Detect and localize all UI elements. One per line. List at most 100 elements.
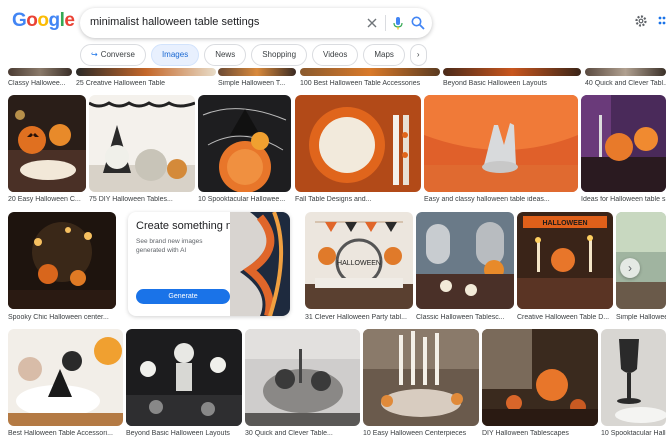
result-caption[interactable]: 31 Clever Halloween Party tabl... bbox=[305, 314, 413, 321]
gear-icon[interactable] bbox=[634, 14, 648, 28]
image-result[interactable]: Beyond Basic Halloween Layouts bbox=[126, 329, 242, 444]
image-result[interactable]: 30 Quick and Clever Table... bbox=[245, 329, 360, 444]
image-result[interactable]: Ideas for Halloween table s... bbox=[581, 95, 666, 207]
result-thumbnail[interactable] bbox=[126, 329, 242, 426]
search-box[interactable]: minimalist halloween table settings bbox=[80, 8, 432, 38]
image-result[interactable]: DIY Halloween Tablescapes bbox=[482, 329, 598, 444]
image-result[interactable]: Easy and classy halloween table ideas... bbox=[424, 95, 578, 207]
tab-converse[interactable]: ↪ Converse bbox=[80, 44, 146, 66]
result-caption[interactable]: 20 Easy Halloween C... bbox=[8, 196, 86, 203]
image-result[interactable]: 75 DIY Halloween Tables... bbox=[89, 95, 195, 207]
image-result[interactable]: 25 Creative Halloween Table bbox=[76, 68, 216, 90]
tab-maps[interactable]: Maps bbox=[363, 44, 405, 66]
result-caption[interactable]: 100 Best Halloween Table Accessories bbox=[300, 80, 440, 87]
result-thumbnail[interactable] bbox=[424, 95, 578, 192]
search-tabs: ↪ Converse Images News Shopping Videos Ma… bbox=[80, 44, 427, 66]
result-caption[interactable]: Ideas for Halloween table s... bbox=[581, 196, 666, 203]
result-caption[interactable]: Simple Halloween T... bbox=[218, 80, 296, 87]
result-caption[interactable]: Best Halloween Table Accessori... bbox=[8, 430, 123, 437]
image-result[interactable]: 100 Best Halloween Table Accessories bbox=[300, 68, 440, 90]
apps-icon[interactable] bbox=[658, 14, 666, 28]
tab-label: Shopping bbox=[262, 50, 297, 59]
result-caption[interactable]: Easy and classy halloween table ideas... bbox=[424, 196, 578, 203]
chevron-right-icon: › bbox=[416, 50, 420, 59]
image-result[interactable]: Beyond Basic Halloween Layouts bbox=[443, 68, 581, 90]
image-result[interactable]: 10 Easy Halloween Centerpieces bbox=[363, 329, 479, 444]
result-thumbnail[interactable] bbox=[416, 212, 514, 309]
result-caption[interactable]: 25 Creative Halloween Table bbox=[76, 80, 216, 87]
clear-icon[interactable] bbox=[364, 15, 380, 31]
search-icon[interactable] bbox=[410, 15, 426, 31]
result-caption[interactable]: 10 Spooktacular Hallowee... bbox=[198, 196, 291, 203]
image-result[interactable]: Simple Halloween T... bbox=[218, 68, 296, 90]
result-caption[interactable]: Fall Table Designs and... bbox=[295, 196, 421, 203]
image-result[interactable]: 20 Easy Halloween C... bbox=[8, 95, 86, 207]
logo-letter: e bbox=[64, 10, 75, 31]
promo-art-image bbox=[230, 212, 290, 316]
search-divider bbox=[385, 15, 386, 31]
result-caption[interactable]: Creative Halloween Table D... bbox=[517, 314, 613, 321]
result-thumbnail[interactable] bbox=[601, 329, 666, 426]
result-thumbnail[interactable] bbox=[295, 95, 421, 192]
logo-letter: G bbox=[12, 10, 27, 31]
next-arrow-button[interactable]: › bbox=[620, 258, 640, 278]
result-thumbnail[interactable] bbox=[585, 68, 666, 76]
result-thumbnail[interactable] bbox=[218, 68, 296, 76]
result-thumbnail[interactable] bbox=[76, 68, 216, 76]
result-thumbnail[interactable] bbox=[89, 95, 195, 192]
result-caption[interactable]: Spooky Chic Halloween center... bbox=[8, 314, 116, 321]
search-input[interactable]: minimalist halloween table settings bbox=[90, 16, 259, 28]
result-caption[interactable]: 30 Quick and Clever Table... bbox=[245, 430, 360, 437]
result-caption[interactable]: 40 Quick and Clever Tabl... bbox=[585, 80, 666, 87]
logo-letter: o bbox=[37, 10, 49, 31]
logo-letter: g bbox=[48, 10, 61, 31]
tab-videos[interactable]: Videos bbox=[312, 44, 359, 66]
generate-button[interactable]: Generate bbox=[136, 289, 230, 304]
tab-label: News bbox=[215, 50, 236, 59]
result-caption[interactable]: Beyond Basic Halloween Layouts bbox=[443, 80, 581, 87]
logo-letter: o bbox=[26, 10, 38, 31]
result-thumbnail[interactable] bbox=[8, 212, 116, 309]
result-thumbnail[interactable]: HALLOWEEN bbox=[517, 212, 613, 309]
image-result[interactable]: Best Halloween Table Accessori... bbox=[8, 329, 123, 444]
tabs-more-button[interactable]: › bbox=[409, 44, 427, 66]
tab-images[interactable]: Images bbox=[150, 44, 200, 66]
image-result[interactable]: 10 Spooktacular Hallowee... bbox=[198, 95, 291, 207]
tab-label: Converse bbox=[100, 50, 135, 59]
ai-generate-card: Create something new See brand new image… bbox=[128, 212, 290, 316]
result-thumbnail[interactable] bbox=[8, 68, 72, 76]
result-thumbnail[interactable] bbox=[8, 95, 86, 192]
result-thumbnail[interactable] bbox=[581, 95, 666, 192]
result-caption[interactable]: Beyond Basic Halloween Layouts bbox=[126, 430, 242, 437]
chevron-right-icon: › bbox=[628, 261, 632, 275]
result-thumbnail[interactable] bbox=[245, 329, 360, 426]
result-caption[interactable]: 10 Easy Halloween Centerpieces bbox=[363, 430, 479, 437]
result-caption[interactable]: Classic Halloween Tablesc... bbox=[416, 314, 514, 321]
image-result[interactable]: Fall Table Designs and... bbox=[295, 95, 421, 207]
image-result[interactable]: Spooky Chic Halloween center... bbox=[8, 212, 116, 326]
result-caption[interactable]: 75 DIY Halloween Tables... bbox=[89, 196, 195, 203]
result-thumbnail[interactable] bbox=[300, 68, 440, 76]
promo-subtitle: See brand new images generated with AI bbox=[136, 238, 203, 254]
image-result[interactable]: Classic Halloween Tablesc... bbox=[416, 212, 514, 326]
result-caption[interactable]: 10 Spooktacular Hallow... bbox=[601, 430, 666, 437]
image-result[interactable]: 40 Quick and Clever Tabl... bbox=[585, 68, 666, 90]
tab-news[interactable]: News bbox=[204, 44, 247, 66]
image-result[interactable]: 10 Spooktacular Hallow... bbox=[601, 329, 666, 444]
result-thumbnail[interactable] bbox=[443, 68, 581, 76]
result-thumbnail[interactable] bbox=[8, 329, 123, 426]
halloween-banner-text: HALLOWEEN bbox=[542, 220, 587, 227]
tab-shopping[interactable]: Shopping bbox=[251, 44, 308, 66]
google-logo[interactable]: Google bbox=[12, 10, 75, 32]
image-result[interactable]: HALLOWEEN Creative Halloween Table D... bbox=[517, 212, 613, 326]
result-caption[interactable]: Classy Hallowee... bbox=[8, 80, 72, 87]
result-thumbnail[interactable] bbox=[482, 329, 598, 426]
result-thumbnail[interactable]: HALLOWEEN bbox=[305, 212, 413, 309]
image-result[interactable]: Classy Hallowee... bbox=[8, 68, 72, 90]
result-caption[interactable]: DIY Halloween Tablescapes bbox=[482, 430, 598, 437]
image-result[interactable]: HALLOWEEN 31 Clever Halloween Party tabl… bbox=[305, 212, 413, 326]
result-thumbnail[interactable] bbox=[363, 329, 479, 426]
result-thumbnail[interactable] bbox=[198, 95, 291, 192]
microphone-icon[interactable] bbox=[390, 15, 406, 31]
result-caption[interactable]: Simple Hallowee... bbox=[616, 314, 666, 321]
